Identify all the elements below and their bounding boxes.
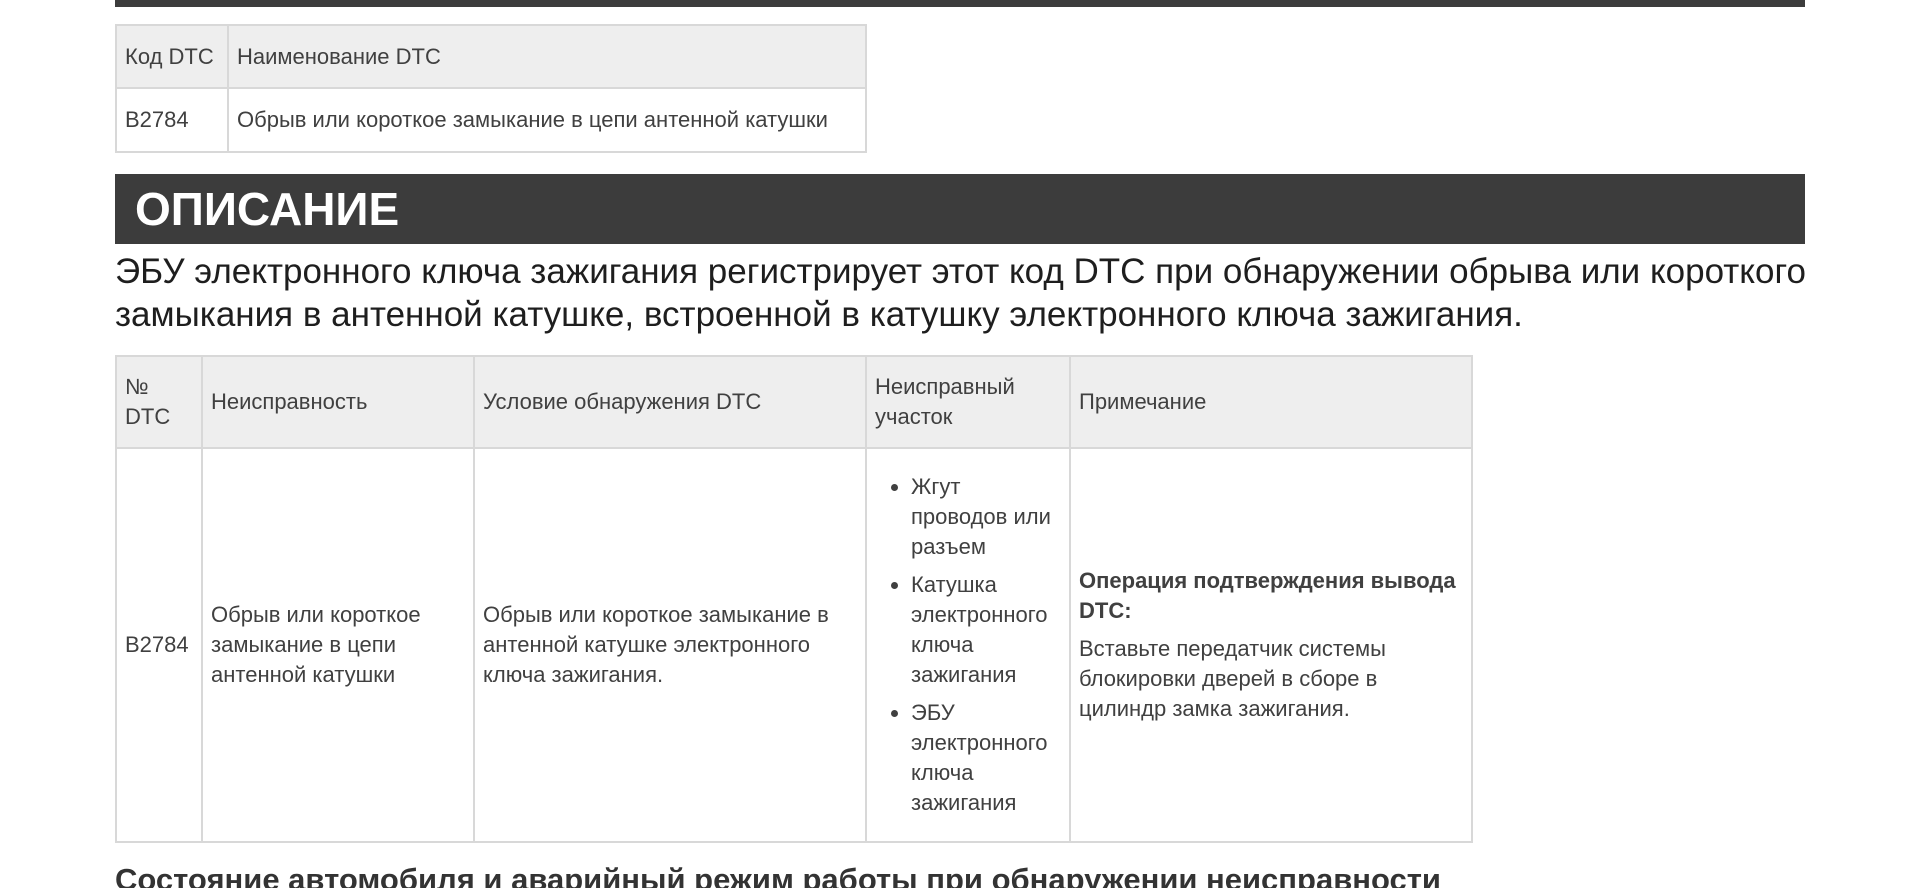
column-header-fault: Неисправность <box>201 355 475 449</box>
list-item: ЭБУ электронного ключа зажигания <box>911 698 1061 818</box>
page: Код DTC Наименование DTC B2784 Обрыв или… <box>0 0 1920 888</box>
description-text: ЭБУ электронного ключа зажигания регистр… <box>115 252 1806 334</box>
list-item: Жгут проводов или разъем <box>911 472 1061 562</box>
column-header-dtc-code: Код DTC <box>115 24 229 89</box>
cell-trouble-area: Жгут проводов или разъем Катушка электро… <box>865 447 1071 843</box>
column-header-dtc-number: № DTC <box>115 355 203 449</box>
trouble-area-list: Жгут проводов или разъем Катушка электро… <box>875 472 1061 818</box>
top-divider-bar <box>115 0 1805 7</box>
cell-dtc-name: Обрыв или короткое замыкание в цепи анте… <box>227 87 867 153</box>
table-row: B2784 Обрыв или короткое замыкание в цеп… <box>115 87 867 153</box>
column-header-note: Примечание <box>1069 355 1473 449</box>
cell-fault: Обрыв или короткое замыкание в цепи анте… <box>201 447 475 843</box>
cell-dtc-number: B2784 <box>115 447 203 843</box>
column-header-detection-condition: Условие обнаружения DTC <box>473 355 867 449</box>
section-title-description: ОПИСАНИЕ <box>115 174 1805 244</box>
table-header-row: № DTC Неисправность Условие обнаружения … <box>115 355 1473 449</box>
note-title: Операция подтверждения вывода DTC: <box>1079 568 1456 623</box>
table-row: B2784 Обрыв или короткое замыкание в цеп… <box>115 447 1473 843</box>
list-item: Катушка электронного ключа зажигания <box>911 570 1061 690</box>
note-text: Вставьте передатчик системы блокировки д… <box>1079 636 1386 721</box>
cell-detection-condition: Обрыв или короткое замыкание в антенной … <box>473 447 867 843</box>
cell-note: Операция подтверждения вывода DTC: Встав… <box>1069 447 1473 843</box>
table-header-row: Код DTC Наименование DTC <box>115 24 867 89</box>
column-header-trouble-area: Неисправный участок <box>865 355 1071 449</box>
next-section-heading: Состояние автомобиля и аварийный режим р… <box>115 862 1441 888</box>
cell-dtc-code: B2784 <box>115 87 229 153</box>
dtc-detail-table: № DTC Неисправность Условие обнаружения … <box>115 355 1473 843</box>
dtc-summary-table: Код DTC Наименование DTC B2784 Обрыв или… <box>115 24 867 153</box>
column-header-dtc-name: Наименование DTC <box>227 24 867 89</box>
